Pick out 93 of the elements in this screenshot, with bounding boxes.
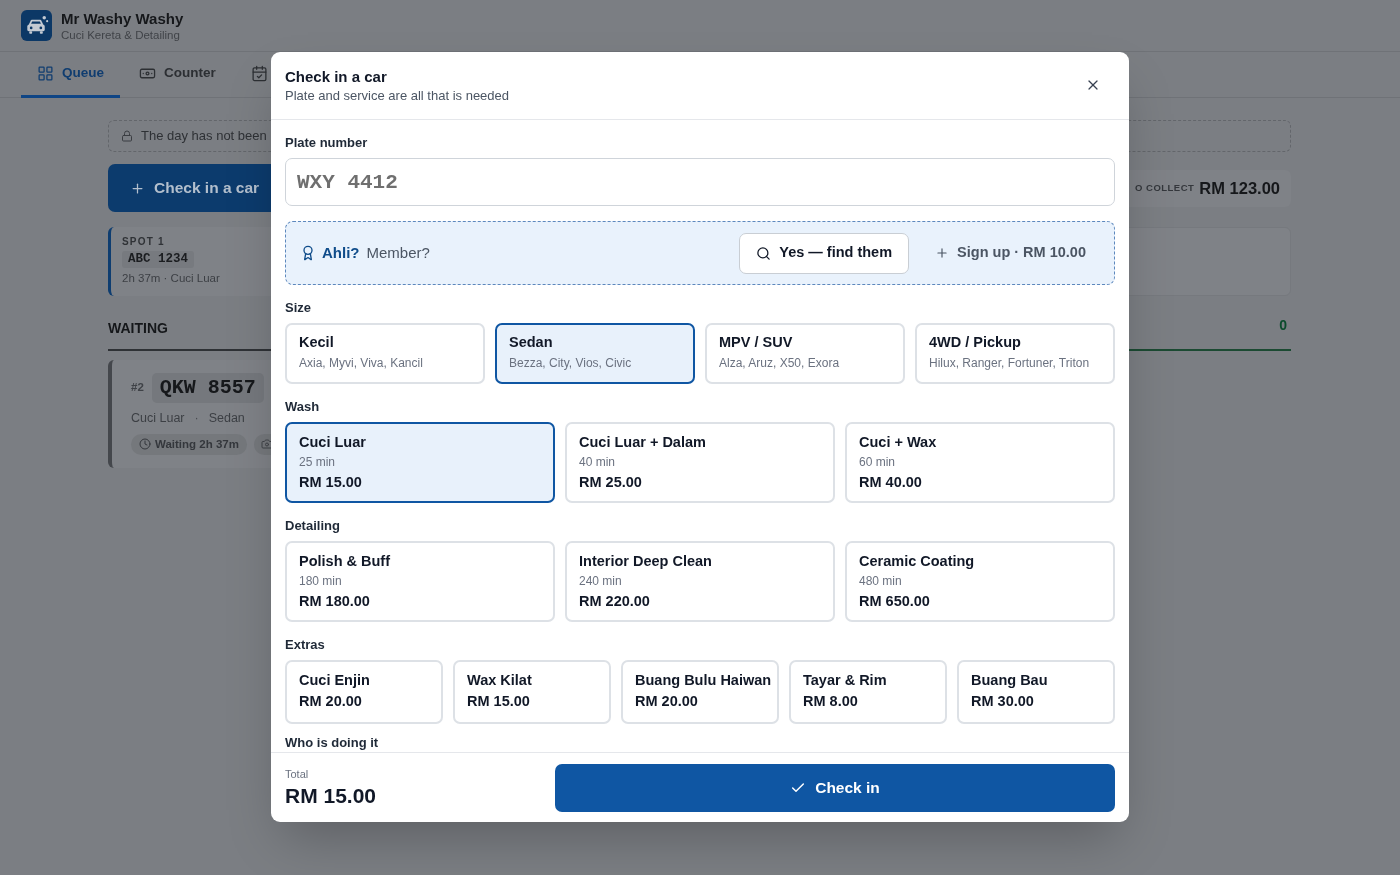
clock-icon — [139, 438, 151, 451]
lock-icon — [121, 130, 133, 142]
option-name: Ceramic Coating — [859, 552, 975, 571]
option-name: Tayar & Rim — [803, 671, 887, 690]
option-duration: 25 min — [299, 454, 336, 470]
notice-text: The day has not been — [141, 127, 267, 146]
member-question: Member? — [366, 242, 430, 263]
extra-option[interactable]: Wax Kilat RM 15.00 — [453, 660, 611, 724]
option-name: 4WD / Pickup — [929, 333, 1021, 352]
sign-up-button[interactable]: Sign up · RM 10.00 — [921, 232, 1100, 274]
extra-option[interactable]: Tayar & Rim RM 8.00 — [789, 660, 947, 724]
ribbon-icon — [300, 245, 316, 261]
service-option[interactable]: Polish & Buff 180 min RM 180.00 — [285, 541, 555, 622]
option-price: RM 650.00 — [859, 592, 930, 611]
plate-chip: QKW 8557 — [151, 373, 264, 403]
car-size: Sedan — [208, 410, 245, 427]
member-label: Ahli? — [322, 242, 360, 263]
to-collect-label: O COLLECT — [1135, 180, 1195, 195]
option-price: RM 220.00 — [579, 592, 650, 611]
size-option[interactable]: Sedan Bezza, City, Vios, Civic — [495, 323, 695, 384]
plus-icon — [130, 180, 145, 196]
option-name: Sedan — [509, 333, 553, 352]
separator-dot: · — [194, 410, 199, 427]
dialog-subtitle: Plate and service are all that is needed — [285, 87, 510, 105]
calendar-icon — [250, 65, 268, 82]
option-price: RM 15.00 — [467, 692, 530, 711]
extra-option[interactable]: Buang Bau RM 30.00 — [957, 660, 1115, 724]
dialog-title: Check in a car — [285, 67, 388, 87]
service-option[interactable]: Ceramic Coating 480 min RM 650.00 — [845, 541, 1115, 622]
option-price: RM 25.00 — [579, 473, 642, 492]
spot-label: SPOT 1 — [122, 235, 165, 249]
option-name: MPV / SUV — [719, 333, 793, 352]
option-models: Bezza, City, Vios, Civic — [509, 355, 632, 371]
option-duration: 60 min — [859, 454, 896, 470]
section-label: Wash — [285, 399, 321, 415]
total-amount: RM 15.00 — [285, 782, 377, 809]
plate-chip: ABC 1234 — [122, 251, 194, 268]
app-title: Mr Washy Washy — [61, 8, 184, 28]
queue-number: #2 — [131, 380, 144, 396]
column-count: 0 — [1279, 316, 1288, 335]
size-option[interactable]: 4WD / Pickup Hilux, Ranger, Fortuner, Triton — [915, 323, 1115, 384]
extra-option[interactable]: Buang Bulu Haiwan RM 20.00 — [621, 660, 779, 724]
option-price: RM 180.00 — [299, 592, 370, 611]
section-label: Who is doing it — [285, 735, 380, 751]
service-option[interactable]: Cuci + Wax 60 min RM 40.00 — [845, 422, 1115, 503]
option-name: Wax Kilat — [467, 671, 532, 690]
waiting-time-chip: Waiting 2h 37m — [131, 433, 247, 455]
spot-detail: 2h 37m · Cuci Luar — [122, 271, 220, 286]
option-models: Hilux, Ranger, Fortuner, Triton — [929, 355, 1090, 371]
option-duration: 240 min — [579, 573, 622, 589]
logo-icon — [21, 10, 52, 41]
option-name: Interior Deep Clean — [579, 552, 712, 571]
option-name: Buang Bau — [971, 671, 1048, 690]
option-name: Cuci Luar + Dalam — [579, 433, 706, 452]
option-models: Alza, Aruz, X50, Exora — [719, 355, 840, 371]
option-duration: 180 min — [299, 573, 342, 589]
option-price: RM 40.00 — [859, 473, 922, 492]
section-label: Detailing — [285, 518, 341, 534]
service-option[interactable]: Interior Deep Clean 240 min RM 220.00 — [565, 541, 835, 622]
field-label: Plate number — [285, 135, 369, 151]
section-label: Extras — [285, 637, 326, 653]
service-option[interactable]: Cuci Luar 25 min RM 15.00 — [285, 422, 555, 503]
total-label: Total — [285, 766, 310, 781]
option-price: RM 20.00 — [635, 692, 698, 711]
option-price: RM 30.00 — [971, 692, 1034, 711]
service-option[interactable]: Cuci Luar + Dalam 40 min RM 25.00 — [565, 422, 835, 503]
plate-input[interactable]: WXY 4412 — [285, 158, 1115, 206]
option-price: RM 8.00 — [803, 692, 858, 711]
to-collect-amount: RM 123.00 — [1199, 177, 1280, 199]
option-name: Cuci Luar — [299, 433, 366, 452]
option-name: Cuci + Wax — [859, 433, 937, 452]
check-in-button[interactable]: Check in — [555, 763, 1115, 812]
option-name: Cuci Enjin — [299, 671, 370, 690]
size-option[interactable]: Kecil Axia, Myvi, Viva, Kancil — [285, 323, 485, 384]
option-duration: 480 min — [859, 573, 902, 589]
waiting-heading: WAITING — [108, 320, 168, 336]
search-icon — [756, 245, 772, 261]
option-price: RM 20.00 — [299, 692, 362, 711]
option-name: Kecil — [299, 333, 334, 352]
extra-option[interactable]: Cuci Enjin RM 20.00 — [285, 660, 443, 724]
option-price: RM 15.00 — [299, 473, 362, 492]
camera-icon — [260, 438, 273, 451]
section-label: Size — [285, 300, 312, 316]
plus-icon — [935, 246, 950, 260]
app-subtitle: Cuci Kereta & Detailing — [61, 27, 181, 43]
find-member-button[interactable]: Yes — find them — [739, 232, 910, 274]
option-models: Axia, Myvi, Viva, Kancil — [299, 355, 423, 371]
service-name: Cuci Luar — [131, 410, 185, 427]
size-option[interactable]: MPV / SUV Alza, Aruz, X50, Exora — [705, 323, 905, 384]
option-name: Polish & Buff — [299, 552, 391, 571]
option-duration: 40 min — [579, 454, 616, 470]
grid-icon — [37, 65, 54, 82]
option-name: Buang Bulu Haiwan — [635, 671, 772, 690]
